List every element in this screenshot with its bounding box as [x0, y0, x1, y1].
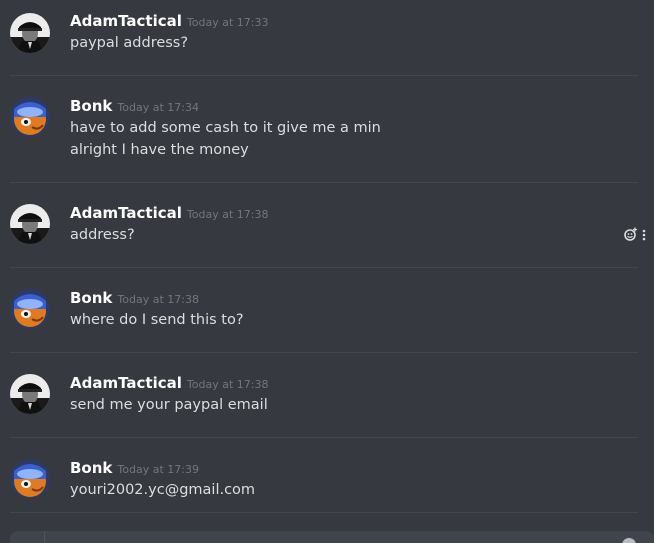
man-in-cap-avatar-icon: [10, 374, 50, 414]
avatar[interactable]: [10, 459, 50, 499]
message-text: where do I send this to?: [70, 312, 244, 328]
message-hover-actions: [624, 226, 646, 245]
man-in-cap-avatar-icon: [10, 13, 50, 53]
orange-cartoon-avatar-icon: [10, 289, 50, 329]
message-item[interactable]: AdamTactical Today at 17:38 address?: [0, 183, 654, 267]
man-in-cap-avatar-icon: [10, 204, 50, 244]
message-text: have to add some cash to it give me a mi…: [70, 120, 381, 136]
message-text: send me your paypal email: [70, 397, 268, 413]
message-author[interactable]: Bonk: [70, 97, 112, 115]
more-options-icon[interactable]: [642, 226, 646, 245]
avatar[interactable]: [10, 13, 50, 53]
avatar[interactable]: [10, 289, 50, 329]
message-text: alright I have the money: [70, 142, 249, 158]
avatar[interactable]: [10, 204, 50, 244]
message-timestamp: Today at 17:38: [186, 208, 269, 221]
message-timestamp: Today at 17:39: [117, 463, 199, 476]
message-text: address?: [70, 227, 135, 243]
avatar[interactable]: [10, 374, 50, 414]
avatar[interactable]: [10, 97, 50, 137]
composer-separator: [44, 531, 45, 543]
orange-cartoon-avatar-icon: [10, 459, 50, 499]
message-timestamp: Today at 17:38: [117, 293, 199, 306]
message-item[interactable]: AdamTactical Today at 17:33 paypal addres…: [0, 0, 654, 75]
message-timestamp: Today at 17:33: [186, 16, 269, 29]
message-timestamp: Today at 17:34: [117, 101, 199, 114]
chat-message-list: AdamTactical Today at 17:33 paypal addres…: [0, 0, 654, 543]
message-author[interactable]: AdamTactical: [70, 12, 182, 30]
message-item[interactable]: Bonk Today at 17:38 where do I send this …: [0, 268, 654, 352]
message-text: paypal address?: [70, 35, 189, 51]
message-timestamp: Today at 17:38: [186, 378, 269, 391]
message-input[interactable]: [10, 531, 654, 543]
message-author[interactable]: Bonk: [70, 289, 112, 307]
message-author[interactable]: AdamTactical: [70, 374, 182, 392]
add-reaction-icon[interactable]: [624, 226, 638, 245]
message-author[interactable]: AdamTactical: [70, 204, 182, 222]
message-author[interactable]: Bonk: [70, 459, 112, 477]
message-item[interactable]: Bonk Today at 17:34 have to add some cash…: [0, 76, 654, 182]
message-text: youri2002.yc@gmail.com: [70, 482, 256, 498]
message-divider: [10, 512, 638, 513]
orange-cartoon-avatar-icon: [10, 97, 50, 137]
message-item[interactable]: AdamTactical Today at 17:38 send me your …: [0, 353, 654, 437]
message-item[interactable]: Bonk Today at 17:39 youri2002.yc@gmail.co…: [0, 438, 654, 513]
